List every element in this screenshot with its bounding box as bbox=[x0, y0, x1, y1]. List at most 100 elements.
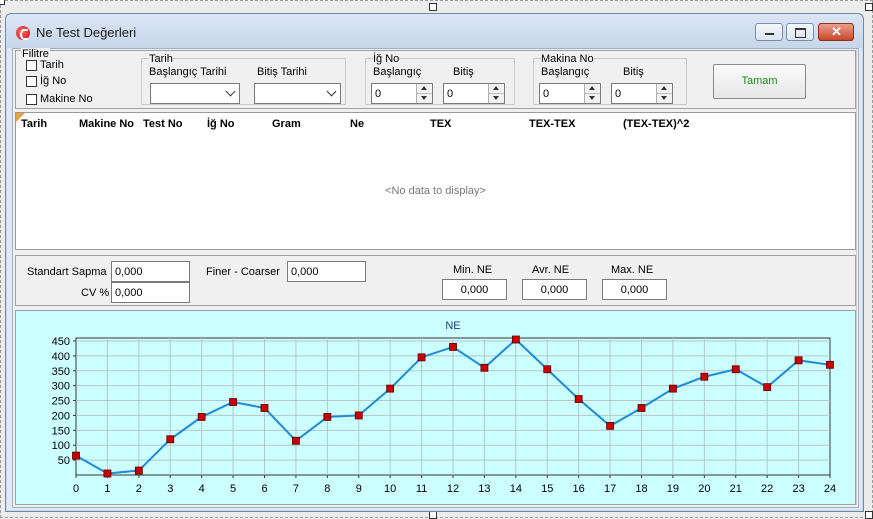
resize-handle-top-right[interactable] bbox=[865, 3, 873, 11]
x-tick-label: 23 bbox=[792, 483, 804, 495]
close-icon: ✕ bbox=[831, 24, 842, 39]
data-point bbox=[323, 413, 332, 421]
y-tick-label: 450 bbox=[52, 336, 70, 348]
column-header-spindle-no[interactable]: İğ No bbox=[207, 118, 235, 130]
x-tick-label: 11 bbox=[416, 483, 427, 495]
data-point bbox=[543, 365, 552, 374]
data-point bbox=[260, 404, 269, 412]
finer-coarser-label: Finer - Coarser bbox=[206, 266, 280, 278]
column-header-tex-tex-squared[interactable]: (TEX-TEX)^2 bbox=[623, 118, 689, 130]
data-point bbox=[386, 384, 395, 393]
data-point bbox=[354, 411, 363, 420]
spin-down-icon[interactable] bbox=[657, 94, 672, 103]
column-header-tex-tex[interactable]: TEX-TEX bbox=[529, 118, 575, 130]
main-window: Ne Test Değerleri ✕ Filitre Tarih İğ No … bbox=[5, 13, 864, 512]
resize-handle-top[interactable] bbox=[429, 3, 437, 11]
client-area: Filitre Tarih İğ No Makine No Tarih Başl… bbox=[12, 48, 859, 508]
x-tick-label: 12 bbox=[447, 483, 459, 495]
x-tick-label: 16 bbox=[573, 483, 585, 495]
spin-down-icon[interactable] bbox=[489, 94, 504, 103]
finer-coarser-field[interactable]: 0,000 bbox=[287, 261, 366, 282]
min-ne-field[interactable]: 0,000 bbox=[442, 279, 507, 300]
finer-coarser-value: 0,000 bbox=[291, 266, 319, 278]
machine-start-label: Başlangıç bbox=[541, 66, 590, 78]
x-tick-label: 18 bbox=[635, 483, 647, 495]
checkbox-machine-label: Makine No bbox=[40, 93, 93, 105]
spin-down-icon[interactable] bbox=[417, 94, 432, 103]
ok-button[interactable]: Tamam bbox=[713, 64, 806, 99]
x-tick-label: 9 bbox=[356, 483, 362, 495]
column-header-tex[interactable]: TEX bbox=[430, 118, 451, 130]
x-tick-label: 2 bbox=[136, 483, 142, 495]
x-tick-label: 15 bbox=[541, 483, 553, 495]
machine-end-spinner[interactable]: 0 bbox=[611, 83, 673, 104]
x-tick-label: 20 bbox=[698, 483, 710, 495]
avg-ne-field[interactable]: 0,000 bbox=[522, 279, 587, 300]
data-grid[interactable]: Tarih Makine No Test No İğ No Gram Ne TE… bbox=[15, 112, 856, 250]
spindle-start-spinner[interactable]: 0 bbox=[371, 83, 433, 104]
cv-label: CV % bbox=[81, 287, 110, 299]
start-date-picker[interactable] bbox=[150, 83, 240, 104]
data-point bbox=[134, 466, 143, 475]
checkbox-machine[interactable] bbox=[26, 94, 37, 105]
max-ne-field[interactable]: 0,000 bbox=[602, 279, 667, 300]
data-point bbox=[449, 343, 457, 351]
minimize-icon bbox=[765, 33, 774, 35]
date-group: Tarih Başlangıç Tarihi Bitiş Tarihi bbox=[141, 53, 346, 105]
x-tick-label: 24 bbox=[824, 483, 836, 495]
column-header-ne[interactable]: Ne bbox=[350, 118, 364, 130]
x-tick-label: 5 bbox=[230, 483, 236, 495]
app-icon bbox=[16, 26, 30, 40]
spindle-start-value: 0 bbox=[375, 88, 382, 100]
start-date-label: Başlangıç Tarihi bbox=[149, 66, 227, 78]
max-ne-label: Max. NE bbox=[611, 264, 654, 276]
machine-start-value: 0 bbox=[543, 88, 550, 100]
cv-field[interactable]: 0,000 bbox=[111, 282, 190, 303]
min-ne-label: Min. NE bbox=[453, 264, 493, 276]
checkbox-spindle[interactable] bbox=[26, 76, 37, 87]
data-point bbox=[826, 360, 834, 369]
column-header-test-no[interactable]: Test No bbox=[143, 118, 183, 130]
column-header-gram[interactable]: Gram bbox=[272, 118, 301, 130]
x-tick-label: 22 bbox=[761, 483, 773, 495]
x-tick-label: 8 bbox=[324, 483, 330, 495]
column-header-date[interactable]: Tarih bbox=[21, 118, 47, 130]
x-tick-label: 7 bbox=[293, 483, 299, 495]
std-dev-field[interactable]: 0,000 bbox=[111, 261, 190, 282]
x-tick-label: 6 bbox=[261, 483, 267, 495]
machine-start-spinner[interactable]: 0 bbox=[539, 83, 601, 104]
empty-grid-message: <No data to display> bbox=[385, 185, 486, 197]
spin-up-icon[interactable] bbox=[489, 84, 504, 94]
checkbox-date[interactable] bbox=[26, 60, 37, 71]
column-header-machine-no[interactable]: Makine No bbox=[79, 118, 134, 130]
resize-handle-top-left[interactable] bbox=[0, 0, 5, 5]
spin-up-icon[interactable] bbox=[417, 84, 432, 94]
avg-ne-label: Avr. NE bbox=[532, 264, 570, 276]
data-point bbox=[72, 451, 80, 460]
spindle-start-label: Başlangıç bbox=[373, 66, 422, 78]
machine-end-value: 0 bbox=[615, 88, 622, 100]
data-point bbox=[480, 363, 489, 372]
data-point bbox=[700, 372, 709, 381]
date-group-title: Tarih bbox=[149, 53, 173, 65]
spin-up-icon[interactable] bbox=[585, 84, 600, 94]
data-point bbox=[606, 421, 614, 430]
spin-down-icon[interactable] bbox=[585, 94, 600, 103]
minimize-button[interactable] bbox=[755, 23, 783, 41]
data-point bbox=[763, 383, 772, 392]
close-button[interactable]: ✕ bbox=[818, 23, 854, 41]
x-tick-label: 3 bbox=[167, 483, 173, 495]
window-title: Ne Test Değerleri bbox=[36, 25, 137, 40]
x-tick-label: 1 bbox=[104, 483, 110, 495]
y-tick-label: 50 bbox=[58, 455, 70, 467]
spin-up-icon[interactable] bbox=[657, 84, 672, 94]
x-tick-label: 10 bbox=[384, 483, 396, 495]
spindle-group-title: İğ No bbox=[373, 53, 400, 65]
data-point bbox=[292, 436, 300, 445]
title-bar[interactable]: Ne Test Değerleri ✕ bbox=[6, 14, 863, 48]
maximize-button[interactable] bbox=[786, 23, 814, 41]
data-point bbox=[417, 353, 426, 362]
spindle-end-spinner[interactable]: 0 bbox=[443, 83, 505, 104]
data-point bbox=[794, 356, 803, 365]
end-date-picker[interactable] bbox=[254, 83, 341, 104]
